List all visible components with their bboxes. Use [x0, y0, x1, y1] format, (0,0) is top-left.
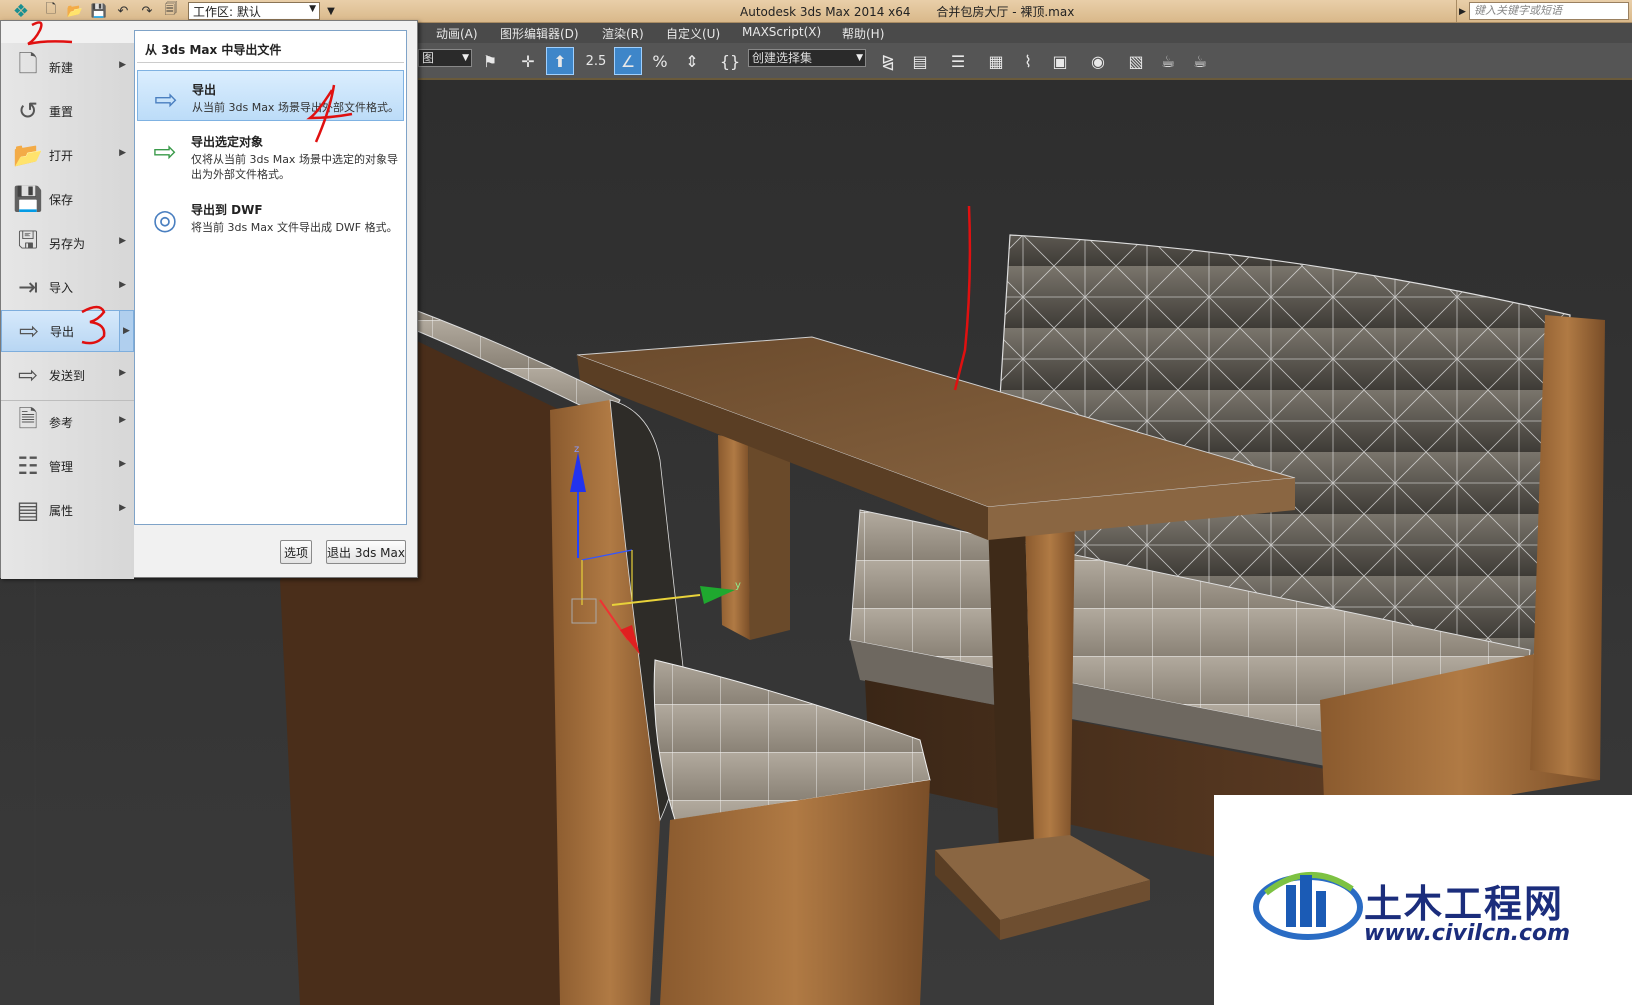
move-icon[interactable]: ✛ [514, 47, 542, 75]
file-title: 合并包房大厅 - 裸顶.max [936, 5, 1075, 19]
reset-icon: ↺ [17, 97, 39, 125]
open-folder-icon: 📂 [13, 141, 43, 169]
app-menu-new[interactable]: 🗋 新建 ▶ [1, 46, 134, 88]
application-button[interactable]: ❖ [0, 0, 42, 22]
menu-rendering[interactable]: 渲染(R) [602, 25, 644, 42]
chevron-right-icon: ▶ [119, 236, 126, 246]
export-dwf-item[interactable]: ◎ 导出到 DWF 将当前 3ds Max 文件导出成 DWF 格式。 [137, 191, 404, 241]
app-menu-properties[interactable]: ▤ 属性 ▶ [1, 489, 134, 531]
import-icon: ⇥ [17, 273, 39, 301]
snap-toggle-icon[interactable]: 2.5 [582, 47, 610, 75]
app-menu-reference[interactable]: 🗎 参考 ▶ [1, 401, 134, 443]
material-editor-icon[interactable]: ◉ [1084, 47, 1112, 75]
app-menu-open[interactable]: 📂 打开 ▶ [1, 134, 134, 176]
menu-customize[interactable]: 自定义(U) [666, 25, 720, 42]
spinner-snap-icon[interactable]: ⇕ [678, 47, 706, 75]
menu-graph-editors[interactable]: 图形编辑器(D) [500, 25, 579, 42]
search-input[interactable]: 键入关键字或短语 [1469, 2, 1629, 20]
app-menu-export[interactable]: ⇨ 导出 ▶ [1, 310, 134, 352]
options-button[interactable]: 选项 [280, 540, 312, 564]
chevron-down-icon: ▼ [856, 53, 863, 63]
chevron-right-icon: ▶ [119, 311, 133, 351]
watermark-logo-icon [1253, 871, 1363, 940]
select-manipulate-icon[interactable]: ⬆ [546, 47, 574, 75]
rendered-frame-icon[interactable]: ☕ [1154, 47, 1182, 75]
new-file-icon: 🗋 [18, 49, 38, 78]
app-menu-manage[interactable]: ☷ 管理 ▶ [1, 445, 134, 487]
chevron-right-icon: ▶ [119, 503, 126, 513]
chevron-right-icon: ▶ [119, 60, 126, 70]
layer-manager-icon[interactable]: ☰ [944, 47, 972, 75]
chevron-right-icon[interactable]: ▶ [1456, 0, 1468, 23]
submenu-divider [137, 62, 404, 63]
save-as-icon: 🖫 [17, 225, 39, 254]
mirror-icon[interactable]: ⧎ [874, 47, 902, 75]
reference-icon: 🗎 [18, 404, 38, 433]
app-menu-save[interactable]: 💾 保存 [1, 178, 134, 220]
snap-label: 2.5 [585, 53, 607, 69]
save-icon[interactable]: 💾 [88, 2, 110, 21]
percent-snap-icon[interactable]: % [646, 47, 674, 75]
redo-icon[interactable]: ↷ [136, 2, 158, 21]
app-window: 🗋 📂 💾 ↶ ↷ 🗐 工作区: 默认 ▼ ▼ Autodesk 3ds Max… [0, 0, 1632, 1005]
application-menu: 🗋 新建 ▶ ↺ 重置 📂 打开 ▶ 💾 保存 🖫 另存为 ▶ ⇥ 导入 ▶ ⇨… [0, 20, 418, 579]
export-selected-icon: ⇨ [153, 134, 177, 168]
chevron-down-icon: ▼ [309, 4, 316, 14]
view-select[interactable]: 图 ▼ [418, 49, 472, 67]
app-menu-save-as[interactable]: 🖫 另存为 ▶ [1, 222, 134, 264]
curve-editor-icon[interactable]: ⌇ [1014, 47, 1042, 75]
watermark: 土木工程网 www.civilcn.com [1214, 795, 1632, 1005]
send-to-icon: ⇨ [17, 361, 39, 389]
export-selected-item[interactable]: ⇨ 导出选定对象 仅将从当前 3ds Max 场景中选定的对象导出为外部文件格式… [137, 123, 404, 187]
workspace-select[interactable]: 工作区: 默认 ▼ [188, 2, 320, 20]
watermark-url: www.civilcn.com [1364, 921, 1571, 946]
save-icon: 💾 [13, 185, 43, 213]
watermark-name: 土木工程网 [1364, 882, 1565, 926]
export-item[interactable]: ⇨ 导出 从当前 3ds Max 场景导出外部文件格式。 [137, 70, 404, 121]
project-folder-icon[interactable]: 🗐 [160, 2, 182, 21]
axis-y-label: y [735, 580, 741, 591]
view-select-value: 图 [422, 51, 435, 65]
render-setup-icon[interactable]: ▧ [1122, 47, 1150, 75]
undo-icon[interactable]: ↶ [112, 2, 134, 21]
render-production-icon[interactable]: ☕ [1186, 47, 1214, 75]
angle-snap-icon[interactable]: ∠ [614, 47, 642, 75]
exit-button[interactable]: 退出 3ds Max [326, 540, 406, 564]
axis-z-label: z [574, 444, 579, 455]
menu-maxscript[interactable]: MAXScript(X) [742, 25, 821, 39]
properties-icon: ▤ [16, 496, 40, 524]
window-title: Autodesk 3ds Max 2014 x64 合并包房大厅 - 裸顶.ma… [740, 3, 1096, 20]
new-file-icon[interactable]: 🗋 [40, 2, 62, 21]
dwf-globe-icon: ◎ [152, 202, 178, 236]
menu-animation[interactable]: 动画(A) [436, 25, 478, 42]
named-selection-set[interactable]: 创建选择集 ▼ [748, 49, 866, 67]
app-menu-left-column: 🗋 新建 ▶ ↺ 重置 📂 打开 ▶ 💾 保存 🖫 另存为 ▶ ⇥ 导入 ▶ ⇨… [1, 43, 134, 579]
pivot-icon[interactable]: ⚑ [476, 47, 504, 75]
edit-named-selection-icon[interactable]: {} [716, 47, 744, 75]
app-title: Autodesk 3ds Max 2014 x64 [740, 5, 911, 19]
app-menu-reset[interactable]: ↺ 重置 [1, 90, 134, 132]
submenu-title: 从 3ds Max 中导出文件 [145, 43, 282, 57]
menu-help[interactable]: 帮助(H) [842, 25, 884, 42]
chevron-right-icon: ▶ [119, 415, 126, 425]
export-icon: ⇨ [18, 317, 40, 345]
chevron-right-icon: ▶ [119, 368, 126, 378]
chevron-right-icon: ▶ [119, 148, 126, 158]
chevron-down-icon: ▼ [462, 53, 469, 63]
export-submenu: 从 3ds Max 中导出文件 ⇨ 导出 从当前 3ds Max 场景导出外部文… [134, 30, 407, 525]
schematic-view-icon[interactable]: ▣ [1046, 47, 1074, 75]
align-icon[interactable]: ▤ [906, 47, 934, 75]
app-menu-send-to[interactable]: ⇨ 发送到 ▶ [1, 354, 134, 396]
open-file-icon[interactable]: 📂 [64, 2, 86, 21]
chevron-right-icon: ▶ [119, 280, 126, 290]
chevron-right-icon: ▶ [119, 459, 126, 469]
export-icon: ⇨ [154, 82, 178, 116]
selection-set-value: 创建选择集 [752, 51, 813, 65]
workspace-label: 工作区: 默认 [193, 4, 261, 19]
app-menu-import[interactable]: ⇥ 导入 ▶ [1, 266, 134, 308]
qat-dropdown-icon[interactable]: ▼ [324, 2, 338, 21]
scene-explorer-icon[interactable]: ▦ [982, 47, 1010, 75]
manage-list-icon: ☷ [17, 452, 39, 480]
